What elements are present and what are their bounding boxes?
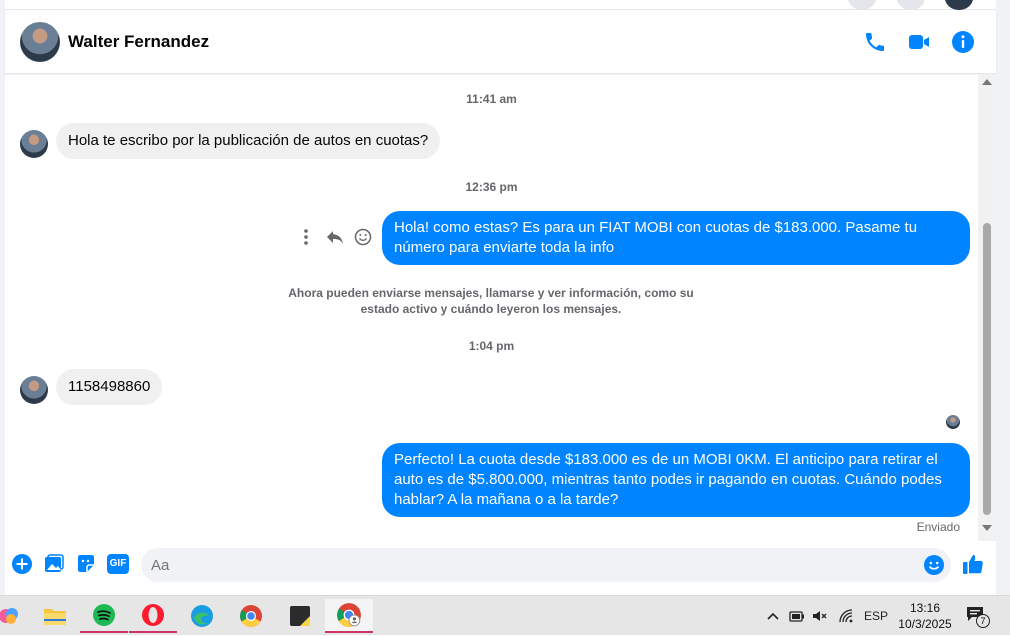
wifi-icon[interactable] bbox=[838, 608, 854, 624]
scroll-down-arrow-icon[interactable] bbox=[982, 525, 992, 531]
gif-button[interactable]: GIF bbox=[107, 554, 129, 574]
emoji-icon[interactable] bbox=[923, 554, 945, 576]
timestamp: 11:41 am bbox=[466, 92, 517, 106]
contact-avatar[interactable] bbox=[20, 22, 60, 62]
contact-name[interactable]: Walter Fernandez bbox=[68, 32, 209, 52]
composer: GIF bbox=[5, 541, 996, 595]
file-explorer-icon[interactable] bbox=[31, 599, 79, 633]
sticker-icon[interactable] bbox=[75, 553, 97, 575]
phone-icon[interactable] bbox=[863, 30, 887, 54]
message-input[interactable] bbox=[151, 548, 911, 582]
top-circle-button[interactable] bbox=[897, 0, 925, 10]
outgoing-message[interactable]: Perfecto! La cuota desde $183.000 es de … bbox=[382, 443, 970, 517]
chevron-up-icon[interactable] bbox=[766, 609, 780, 623]
scroll-thumb[interactable] bbox=[983, 223, 991, 515]
more-options-icon[interactable] bbox=[296, 227, 316, 247]
copilot-icon[interactable] bbox=[0, 599, 34, 633]
edge-icon[interactable] bbox=[178, 599, 226, 633]
chrome-icon[interactable] bbox=[227, 599, 275, 633]
message-status: Enviado bbox=[916, 520, 960, 534]
info-icon[interactable] bbox=[951, 30, 975, 54]
volume-muted-icon[interactable] bbox=[812, 608, 828, 624]
notification-count-badge: 7 bbox=[976, 614, 990, 628]
video-icon[interactable] bbox=[907, 30, 931, 54]
contact-avatar-small[interactable] bbox=[20, 376, 48, 404]
outgoing-message[interactable]: Hola! como estas? Es para un FIAT MOBI c… bbox=[382, 211, 970, 265]
chrome-profile-icon[interactable] bbox=[325, 599, 373, 633]
seen-indicator-avatar bbox=[946, 415, 960, 429]
message-list[interactable]: 11:41 am Hola te escribo por la publicac… bbox=[5, 75, 978, 541]
contact-avatar-small[interactable] bbox=[20, 130, 48, 158]
clock-date: 10/3/2025 bbox=[898, 617, 952, 631]
top-avatar[interactable] bbox=[945, 0, 973, 10]
photo-icon[interactable] bbox=[43, 553, 65, 575]
chat-scrollbar[interactable] bbox=[978, 75, 996, 541]
incoming-message[interactable]: 1158498860 bbox=[56, 369, 163, 405]
plus-icon[interactable] bbox=[11, 553, 33, 575]
right-edge bbox=[996, 0, 1010, 595]
input-language[interactable]: ESP bbox=[864, 596, 888, 636]
react-emoji-icon[interactable] bbox=[353, 227, 373, 247]
notifications-button[interactable]: 7 bbox=[966, 604, 990, 628]
like-thumb-icon[interactable] bbox=[961, 552, 985, 576]
timestamp: 1:04 pm bbox=[468, 339, 515, 353]
windows-taskbar: ESP 13:16 10/3/2025 7 bbox=[0, 595, 1010, 635]
system-clock[interactable]: 13:16 10/3/2025 bbox=[890, 600, 960, 632]
message-input-box[interactable] bbox=[141, 548, 951, 582]
conversation-header: Walter Fernandez bbox=[5, 10, 996, 74]
top-strip bbox=[0, 0, 1010, 10]
spotify-icon[interactable] bbox=[80, 599, 128, 633]
incoming-message[interactable]: Hola te escribo por la publicación de au… bbox=[56, 123, 441, 159]
battery-icon[interactable] bbox=[789, 608, 805, 624]
sticky-notes-icon[interactable] bbox=[276, 599, 324, 633]
opera-icon[interactable] bbox=[129, 599, 177, 633]
top-circle-button[interactable] bbox=[848, 0, 876, 10]
timestamp: 12:36 pm bbox=[465, 180, 518, 194]
clock-time: 13:16 bbox=[909, 601, 941, 615]
reply-icon[interactable] bbox=[325, 227, 345, 247]
encryption-notice: Ahora pueden enviarse mensajes, llamarse… bbox=[288, 286, 694, 316]
scroll-up-arrow-icon[interactable] bbox=[982, 79, 992, 85]
